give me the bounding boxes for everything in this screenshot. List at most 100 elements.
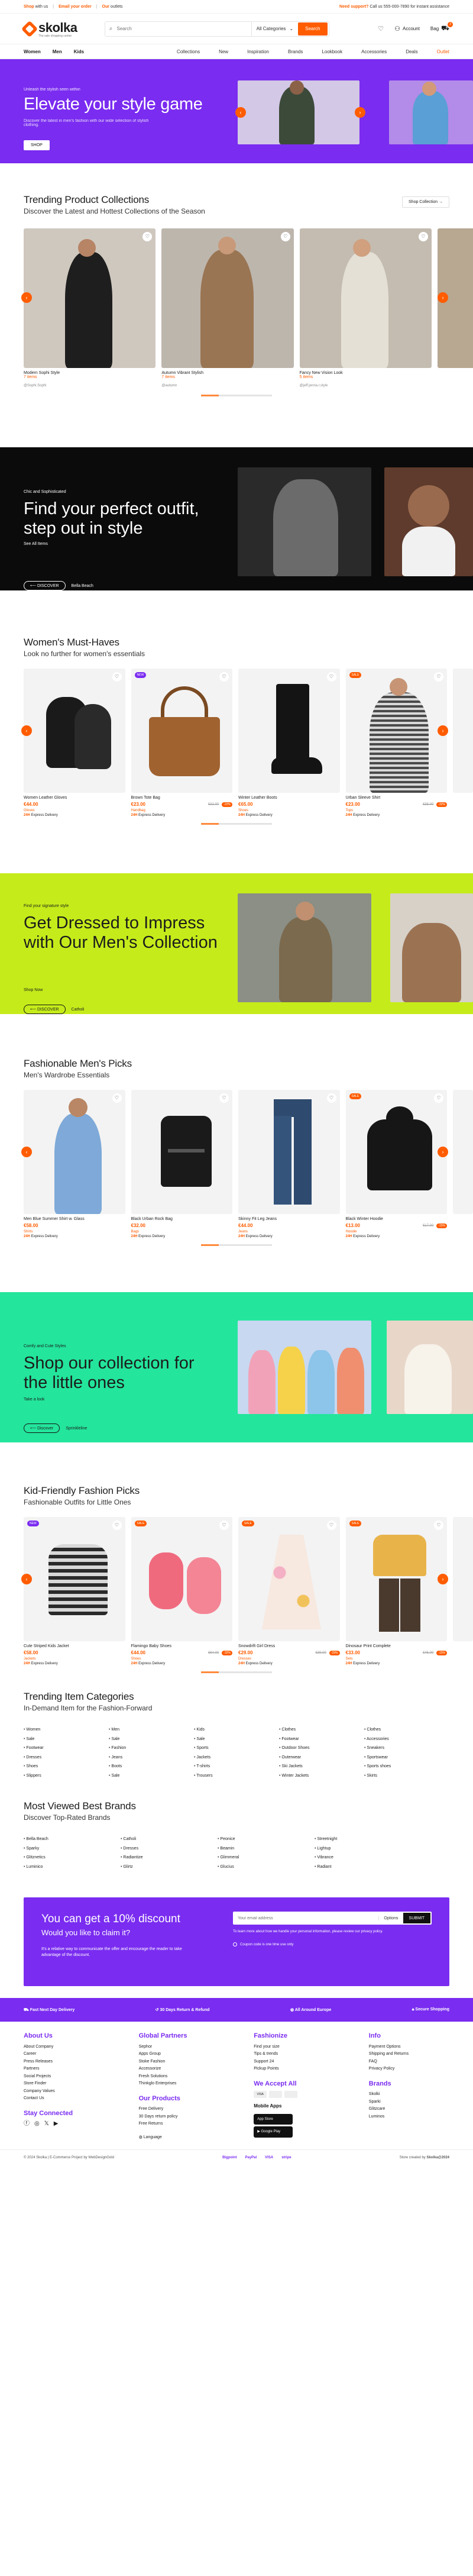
carousel-prev-arrow[interactable]: ‹	[21, 1147, 32, 1157]
collection-card[interactable]: ♡ Modern Sophi Style 7 items @Sophi.Sophi	[24, 228, 156, 388]
heart-icon[interactable]: ♡	[112, 672, 122, 682]
footer-link[interactable]: Privacy Policy	[369, 2065, 449, 2073]
footer-link[interactable]: Social Projects	[24, 2073, 139, 2081]
footer-link[interactable]: Accessorize	[139, 2065, 254, 2073]
brand-link[interactable]: Beamin	[218, 1844, 315, 1854]
footer-link[interactable]: 30 Days return policy	[139, 2113, 254, 2121]
footer-link[interactable]: Sephor	[139, 2044, 254, 2051]
footer-link[interactable]: Luminos	[369, 2113, 449, 2121]
carousel-prev-arrow[interactable]: ‹	[21, 725, 32, 736]
category-link[interactable]: Fashion	[109, 1744, 194, 1753]
hero-next-arrow[interactable]: ›	[355, 107, 365, 118]
product-card[interactable]: ♡ Winter Leather Boots €65.00 Shoes 24H …	[238, 669, 340, 817]
category-link[interactable]: Footwear	[24, 1744, 109, 1753]
carousel-next-arrow[interactable]: ›	[438, 725, 448, 736]
heart-icon[interactable]: ♡	[326, 1521, 336, 1530]
product-card[interactable]: SALE ♡ Flamingo Baby Shoes €44.00 €64.00-…	[131, 1517, 232, 1665]
footer-link[interactable]: Support 24	[254, 2058, 369, 2066]
category-link[interactable]: Footwear	[279, 1735, 364, 1744]
collection-card[interactable]: ♡ Fancy New Vision Look 5 items @jeff.jenn…	[299, 228, 432, 388]
category-link[interactable]: Shoes	[24, 1762, 109, 1771]
facebook-icon[interactable]: ⓕ	[24, 2120, 30, 2128]
category-link[interactable]: Clothes	[364, 1725, 449, 1735]
footer-link[interactable]: Apps Group	[139, 2051, 254, 2058]
heart-icon[interactable]: ♡	[326, 1093, 336, 1103]
nav-men[interactable]: Men	[53, 49, 62, 54]
category-link[interactable]: T-shirts	[194, 1762, 279, 1771]
brand-link[interactable]: Radiant	[315, 1862, 412, 1872]
footer-link[interactable]: Fresh Solutions	[139, 2073, 254, 2081]
category-link[interactable]: Sale	[24, 1735, 109, 1744]
category-link[interactable]: Men	[109, 1725, 194, 1735]
category-link[interactable]: Clothes	[279, 1725, 364, 1735]
search-button[interactable]: Search	[298, 22, 328, 35]
category-link[interactable]: Outerwear	[279, 1753, 364, 1762]
footer-link[interactable]: Career	[24, 2051, 139, 2058]
discover-pill[interactable]: ⟵ Discover	[24, 1423, 60, 1433]
brand-link[interactable]: Glitznetics	[24, 1853, 121, 1862]
brand-link[interactable]: Vibrance	[315, 1853, 412, 1862]
category-link[interactable]: Trousers	[194, 1771, 279, 1781]
brand-link[interactable]: Radiantize	[121, 1853, 218, 1862]
carousel-next-arrow[interactable]: ›	[438, 1574, 448, 1584]
product-card[interactable]: SALE ♡ Black Winter Hoodie €13.00 €17.00-…	[345, 1090, 447, 1238]
footer-link[interactable]: Skolki	[369, 2091, 449, 2099]
banner-link[interactable]: Take a look	[24, 1397, 44, 1402]
brand-link[interactable]: Glucius	[218, 1862, 315, 1872]
category-link[interactable]: Ski Jackets	[279, 1762, 364, 1771]
brand-link[interactable]: Dresses	[121, 1844, 218, 1854]
heart-icon[interactable]: ♡	[219, 1093, 229, 1103]
product-card[interactable]: ♡ Skinny Fit Leg Jeans €44.00 Jeans 24H …	[238, 1090, 340, 1238]
category-link[interactable]: Sports shoes	[364, 1762, 449, 1771]
category-link[interactable]: Boots	[109, 1762, 194, 1771]
heart-icon[interactable]: ♡	[280, 232, 290, 241]
hero-shop-button[interactable]: SHOP	[24, 140, 50, 150]
brand-link[interactable]: Glimmeral	[218, 1853, 315, 1862]
footer-link[interactable]: Tips & trends	[254, 2051, 369, 2058]
heart-icon[interactable]: ♡	[112, 1521, 122, 1530]
category-link[interactable]: Sale	[109, 1735, 194, 1744]
footer-link[interactable]: Press Releases	[24, 2058, 139, 2066]
instagram-icon[interactable]: ◎	[34, 2120, 40, 2128]
footer-link[interactable]: Store Finder	[24, 2080, 139, 2088]
category-link[interactable]: Sale	[109, 1771, 194, 1781]
product-card[interactable]: ♡ Men Blue Summer Shirt w. Glass €58.00 …	[24, 1090, 125, 1238]
banner-link[interactable]: Shop Now	[24, 988, 43, 992]
category-link[interactable]: Accessories	[364, 1735, 449, 1744]
heart-icon[interactable]: ♡	[219, 672, 229, 682]
footer-link[interactable]: Find your size	[254, 2044, 369, 2051]
brand-link[interactable]: Luminico	[24, 1862, 121, 1872]
nav-lookbook[interactable]: Lookbook	[322, 49, 342, 54]
carousel-next-arrow[interactable]: ›	[438, 1147, 448, 1157]
product-card[interactable]: ♡ Black Urban Rock Bag €32.00 Bags 24H E…	[131, 1090, 232, 1238]
heart-icon[interactable]: ♡	[418, 232, 428, 241]
hero-prev-arrow[interactable]: ‹	[235, 107, 246, 118]
product-card[interactable]: NEW ♡ Cute Striped Kids Jacket €58.00 Ja…	[24, 1517, 125, 1665]
heart-icon[interactable]: ♡	[219, 1521, 229, 1530]
newsletter-submit-button[interactable]: SUBMIT	[403, 1913, 430, 1923]
category-link[interactable]: Slippers	[24, 1771, 109, 1781]
footer-link[interactable]: Partners	[24, 2065, 139, 2073]
footer-link[interactable]: Sparki	[369, 2099, 449, 2106]
newsletter-options-select[interactable]: Options	[378, 1916, 403, 1920]
nav-outlet[interactable]: Outlet	[437, 49, 449, 54]
footer-link[interactable]: About Company	[24, 2044, 139, 2051]
category-select[interactable]: All Categories ⌄	[251, 21, 299, 36]
brand-link[interactable]: Peonice	[218, 1835, 315, 1844]
brand-link[interactable]: Catholi	[121, 1835, 218, 1844]
logo[interactable]: skolka The sale shopping center	[21, 20, 77, 38]
brand-link[interactable]: Bella Beach	[24, 1835, 121, 1844]
brand-link[interactable]: Streetnight	[315, 1835, 412, 1844]
discover-pill[interactable]: ⟵ DISCOVER	[24, 581, 66, 590]
language-selector[interactable]: ◍ Language	[139, 2134, 254, 2142]
category-link[interactable]: Outdoor Shoes	[279, 1744, 364, 1753]
category-link[interactable]: Sports	[194, 1744, 279, 1753]
wishlist-button[interactable]: ♡	[378, 25, 384, 33]
category-link[interactable]: Winter Jackets	[279, 1771, 364, 1781]
nav-brands[interactable]: Brands	[288, 49, 303, 54]
footer-link[interactable]: Thinkglo Enterprises	[139, 2080, 254, 2088]
heart-icon[interactable]: ♡	[434, 672, 443, 682]
nav-accessories[interactable]: Accessories	[361, 49, 387, 54]
product-card[interactable]: SALE ♡ Dinosaur Print Complete €33.00 €45…	[345, 1517, 447, 1665]
footer-link[interactable]: FAQ	[369, 2058, 449, 2066]
